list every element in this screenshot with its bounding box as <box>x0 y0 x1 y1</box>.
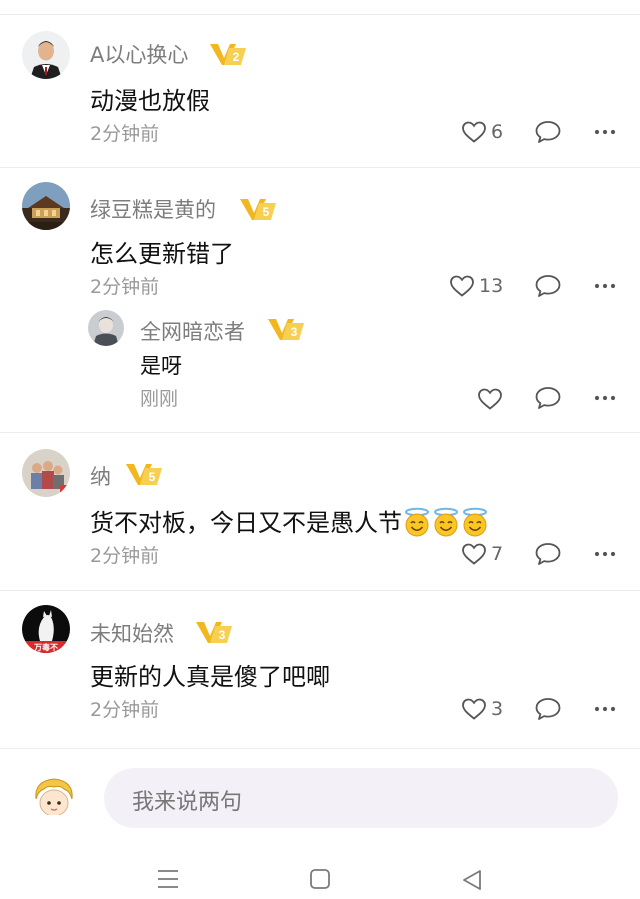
more-button[interactable] <box>594 383 616 413</box>
comment-time: 2分钟前 <box>90 545 160 567</box>
heart-outline-icon <box>462 543 486 565</box>
smiling-face-with-halo-icon <box>405 507 429 537</box>
username[interactable]: A以心换心 <box>90 39 188 69</box>
level-number: 3 <box>291 325 298 339</box>
comment-text: 动漫也放假 <box>90 87 210 115</box>
comment-input[interactable]: 我来说两句 <box>104 768 618 828</box>
username[interactable]: 未知始然 <box>90 618 174 648</box>
level-number: 3 <box>219 628 226 642</box>
more-dots-icon <box>594 395 616 401</box>
like-count: 3 <box>491 698 504 720</box>
heart-outline-icon <box>462 121 486 143</box>
level-badge-icon: 3 <box>194 619 234 645</box>
heart-outline-icon <box>462 698 486 720</box>
reply-button[interactable] <box>534 694 562 724</box>
speech-bubble-icon <box>535 543 561 565</box>
comment-time: 2分钟前 <box>90 123 160 145</box>
like-button[interactable]: 3 <box>461 694 503 724</box>
speech-bubble-icon <box>535 387 561 409</box>
comment-text: 怎么更新错了 <box>90 240 234 268</box>
more-button[interactable] <box>594 539 616 569</box>
avatar[interactable] <box>88 310 124 346</box>
heart-outline-icon <box>478 388 502 410</box>
comment-input-bar: 我来说两句 <box>0 748 640 842</box>
username[interactable]: 绿豆糕是黄的 <box>90 194 216 224</box>
like-count: 7 <box>491 543 504 565</box>
level-badge-icon: 2 <box>208 41 248 67</box>
menu-lines-icon <box>158 870 178 888</box>
speech-bubble-icon <box>535 275 561 297</box>
my-avatar[interactable] <box>30 773 78 821</box>
like-count: 13 <box>479 275 504 297</box>
like-button[interactable]: 6 <box>461 117 503 147</box>
more-dots-icon <box>594 283 616 289</box>
like-button[interactable]: 7 <box>461 539 503 569</box>
avatar[interactable]: 万毒不 <box>22 605 70 653</box>
reply-button[interactable] <box>534 117 562 147</box>
speech-bubble-icon <box>535 121 561 143</box>
like-count: 6 <box>491 121 504 143</box>
triangle-back-icon <box>463 870 481 890</box>
system-nav-bar <box>0 858 640 899</box>
comment-item: 纳 5 货不对板，今日又不是愚人节 2分钟前 7 <box>0 433 640 590</box>
reply-text: 是呀 <box>140 354 182 378</box>
speech-bubble-icon <box>535 698 561 720</box>
heart-outline-icon <box>450 275 474 297</box>
username[interactable]: 纳 <box>90 461 111 491</box>
comment-time: 2分钟前 <box>90 699 160 721</box>
nav-back-button[interactable] <box>460 868 484 896</box>
comment-item: 万毒不 未知始然 3 更新的人真是傻了吧唧 2分钟前 3 <box>0 591 640 743</box>
avatar[interactable] <box>22 182 70 230</box>
comment-item: A以心换心 2 动漫也放假 2分钟前 6 <box>0 15 640 167</box>
comment-text: 货不对板，今日又不是愚人节 <box>90 503 489 538</box>
level-badge-icon: 5 <box>124 461 164 487</box>
like-button[interactable]: 13 <box>449 271 503 301</box>
more-button[interactable] <box>594 271 616 301</box>
smiling-face-with-halo-icon <box>434 507 458 537</box>
comment-input-placeholder: 我来说两句 <box>132 790 243 815</box>
nav-menu-button[interactable] <box>156 868 180 894</box>
comment-time: 2分钟前 <box>90 276 160 298</box>
more-dots-icon <box>594 551 616 557</box>
comment-text: 更新的人真是傻了吧唧 <box>90 663 330 691</box>
more-dots-icon <box>594 706 616 712</box>
level-number: 5 <box>263 205 270 219</box>
username[interactable]: 全网暗恋者 <box>140 316 245 346</box>
avatar-text: 万毒不 <box>33 642 58 652</box>
level-badge-icon: 5 <box>238 196 278 222</box>
avatar[interactable] <box>22 449 70 497</box>
level-number: 5 <box>149 470 156 484</box>
smiling-face-with-halo-icon <box>463 507 487 537</box>
square-home-icon <box>310 869 330 889</box>
nav-home-button[interactable] <box>309 868 331 894</box>
more-dots-icon <box>594 129 616 135</box>
reply-button[interactable] <box>534 383 562 413</box>
avatar[interactable] <box>22 31 70 79</box>
level-badge-icon: 3 <box>266 316 306 342</box>
reply-button[interactable] <box>534 271 562 301</box>
comment-text-content: 货不对板，今日又不是愚人节 <box>90 509 402 537</box>
reply-time: 刚刚 <box>140 388 179 410</box>
more-button[interactable] <box>594 117 616 147</box>
more-button[interactable] <box>594 694 616 724</box>
comment-item: 绿豆糕是黄的 5 怎么更新错了 2分钟前 13 全网暗恋者 3 是呀 刚刚 <box>0 168 640 432</box>
level-number: 2 <box>233 50 240 64</box>
reply-button[interactable] <box>534 539 562 569</box>
like-button[interactable] <box>477 384 503 414</box>
